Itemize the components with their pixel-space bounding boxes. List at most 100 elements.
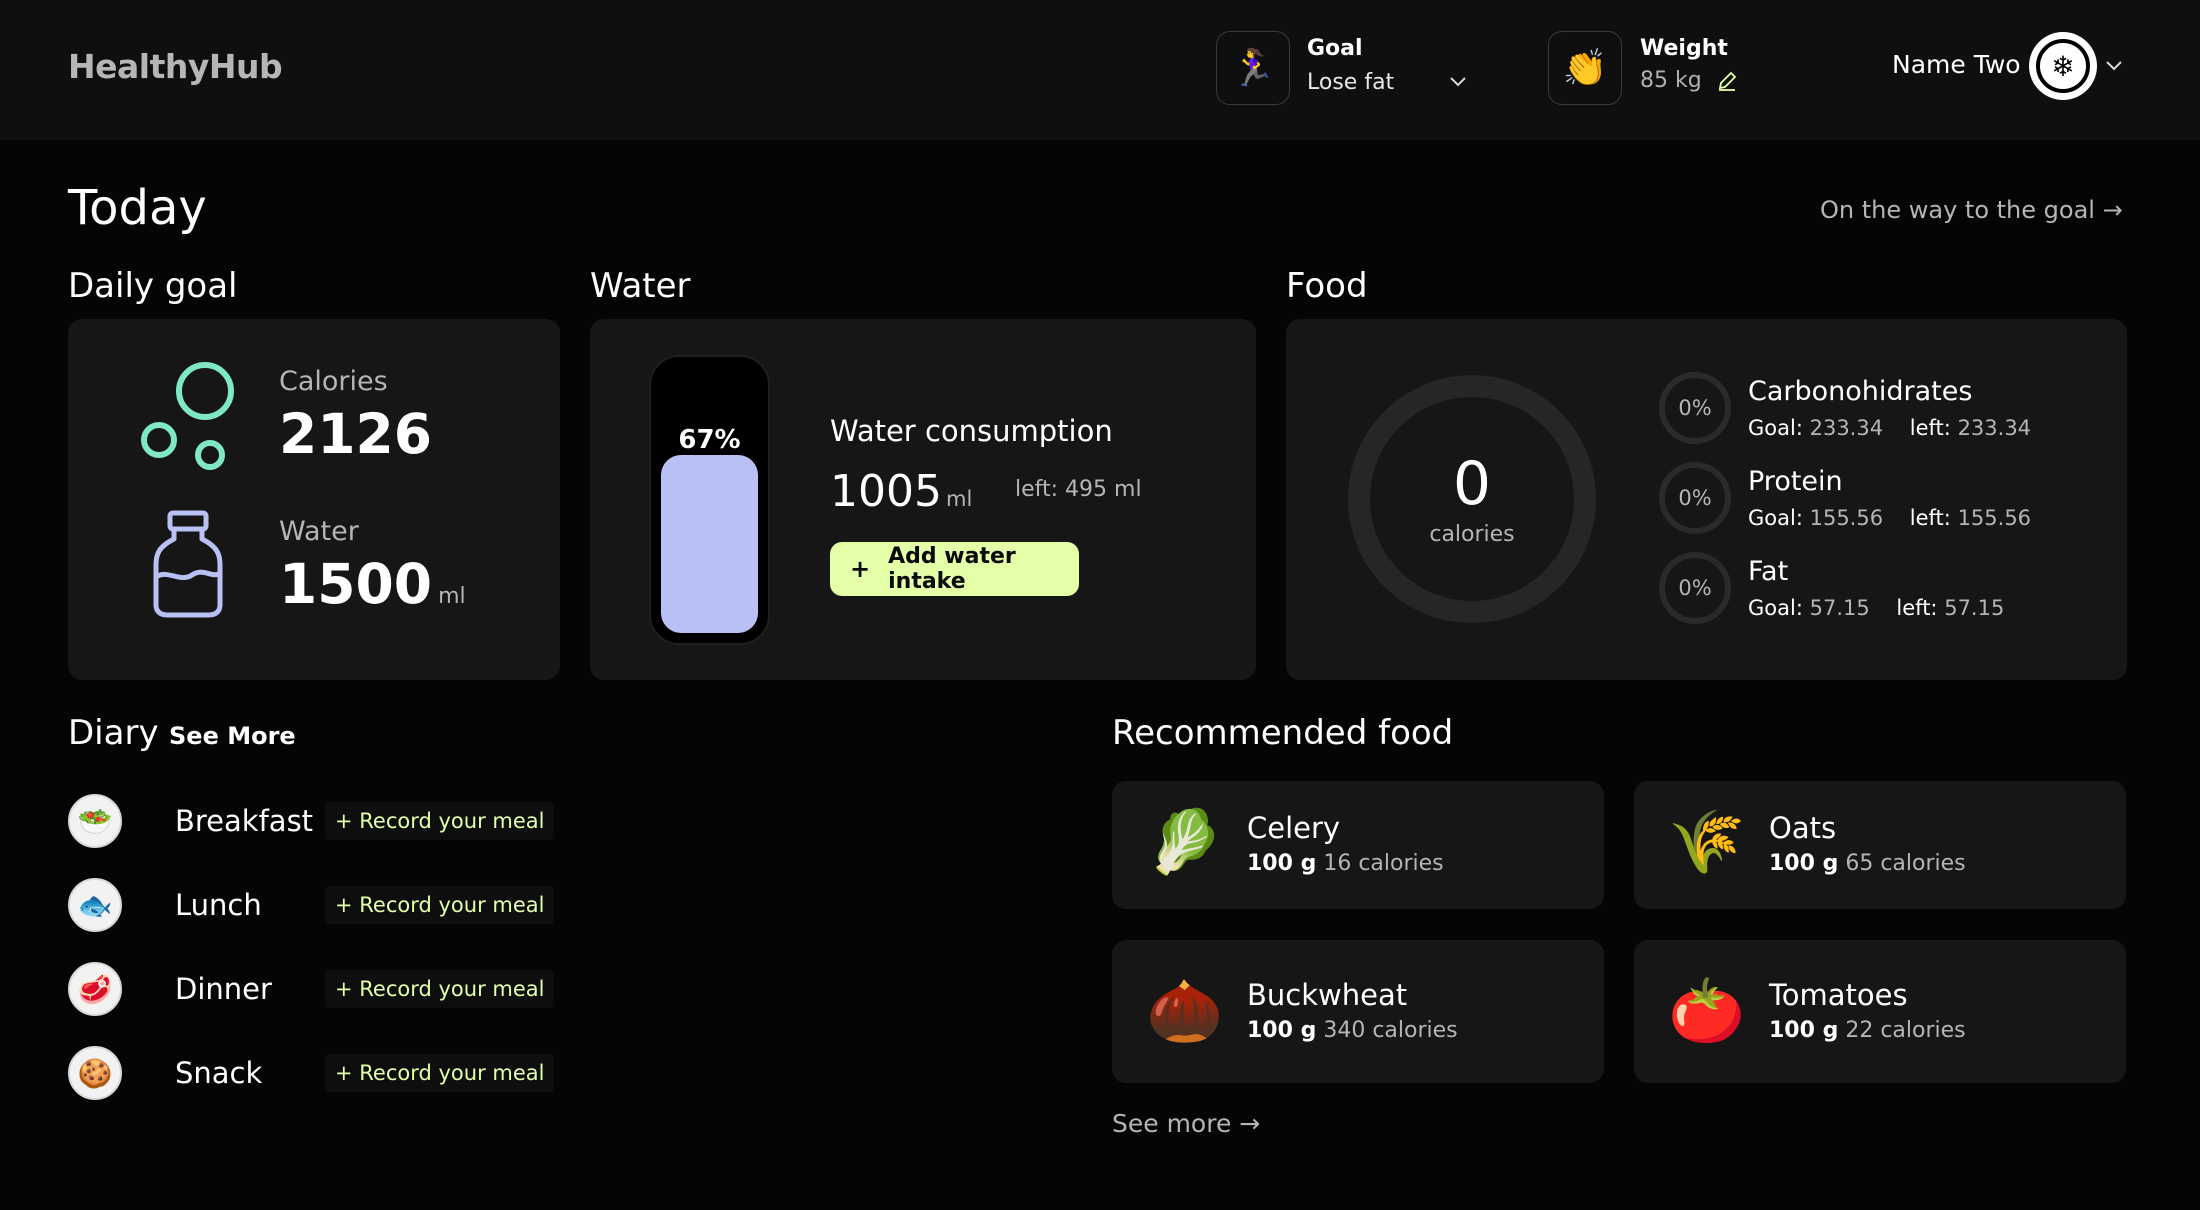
food-calories-value: 0: [1452, 449, 1492, 519]
carbs-left-value: 233.34: [1957, 416, 2032, 440]
fat-left-value: 57.15: [1944, 596, 2005, 620]
rec-calories-oats: 65 calories: [1845, 851, 1966, 876]
protein-detail: Goal: 155.56 left: 155.56: [1748, 506, 2031, 530]
rec-name-tomatoes: Tomatoes: [1769, 978, 1908, 1012]
water-level-fill: [661, 455, 758, 633]
food-calories-label: calories: [1429, 522, 1515, 547]
goal-icon[interactable]: 🏃‍♀️: [1216, 31, 1290, 105]
top-header: HealthyHub 🏃‍♀️ Goal Lose fat 👏 Weight 8…: [0, 0, 2200, 140]
rec-name-buckwheat: Buckwheat: [1247, 978, 1408, 1012]
goal-label: Goal: [1307, 36, 1363, 61]
meal-name-dinner: Dinner: [175, 972, 272, 1006]
fat-percent-ring: 0%: [1659, 552, 1731, 624]
tomato-icon: 🍅: [1668, 974, 1746, 1047]
water-percent: 67%: [678, 425, 741, 455]
weight-value: 85 kg: [1640, 68, 1702, 93]
protein-left-value: 155.56: [1957, 506, 2032, 530]
protein-percent-ring: 0%: [1659, 462, 1731, 534]
carbs-detail: Goal: 233.34 left: 233.34: [1748, 416, 2031, 440]
rec-amount-celery: 100 g: [1247, 851, 1317, 876]
record-breakfast-button[interactable]: + Record your meal: [325, 802, 555, 840]
record-snack-button[interactable]: + Record your meal: [325, 1054, 555, 1092]
oats-icon: 🌾: [1668, 805, 1746, 878]
diary-title: Diary: [68, 713, 159, 753]
water-amount-row: 1005 ml: [830, 466, 972, 517]
calories-label: Calories: [279, 366, 388, 397]
rec-card-buckwheat[interactable]: 🌰 Buckwheat 100 g 340 calories: [1112, 940, 1604, 1083]
water-left: left: 495 ml: [1015, 477, 1142, 502]
rec-calories-tomatoes: 22 calories: [1845, 1018, 1966, 1043]
snowflake-icon: ❄: [2036, 39, 2090, 93]
fat-left-label: left:: [1896, 596, 1938, 620]
rec-name-celery: Celery: [1247, 811, 1341, 845]
protein-goal-value: 155.56: [1809, 506, 1884, 530]
diary-see-more-link[interactable]: See More: [169, 722, 296, 750]
recommended-food-title: Recommended food: [1112, 713, 1454, 753]
carbs-name: Carbonohidrates: [1748, 376, 1973, 407]
fat-goal-label: Goal:: [1748, 596, 1803, 620]
rec-detail-tomatoes: 100 g 22 calories: [1769, 1018, 1966, 1043]
water-goal-label: Water: [279, 516, 359, 547]
calories-value: 2126: [279, 402, 433, 466]
rec-card-tomatoes[interactable]: 🍅 Tomatoes 100 g 22 calories: [1634, 940, 2126, 1083]
meal-name-snack: Snack: [175, 1056, 263, 1090]
water-amount: 1005: [830, 466, 942, 517]
water-title: Water: [590, 266, 691, 306]
app-logo[interactable]: HealthyHub: [68, 47, 283, 86]
fat-name: Fat: [1748, 556, 1789, 587]
bubbles-icon: [141, 362, 234, 470]
rec-detail-oats: 100 g 65 calories: [1769, 851, 1966, 876]
edit-pencil-icon[interactable]: [1716, 70, 1738, 92]
user-menu-chevron-down-icon[interactable]: [2104, 58, 2124, 72]
goal-value[interactable]: Lose fat: [1307, 70, 1394, 95]
protein-goal-label: Goal:: [1748, 506, 1803, 530]
goal-progress-link[interactable]: On the way to the goal →: [1820, 196, 2123, 224]
user-name[interactable]: Name Two: [1892, 50, 2021, 79]
rec-calories-buckwheat: 340 calories: [1323, 1018, 1458, 1043]
recommended-see-more-link[interactable]: See more →: [1112, 1109, 1260, 1138]
meal-name-breakfast: Breakfast: [175, 804, 314, 838]
rec-amount-buckwheat: 100 g: [1247, 1018, 1317, 1043]
rec-name-oats: Oats: [1769, 811, 1837, 845]
water-amount-unit: ml: [945, 487, 973, 511]
carbs-goal-label: Goal:: [1748, 416, 1803, 440]
user-avatar[interactable]: ❄: [2029, 32, 2097, 100]
meat-dish-icon: 🥩: [68, 962, 122, 1016]
daily-goal-title: Daily goal: [68, 266, 238, 306]
carbs-percent-ring: 0%: [1659, 372, 1731, 444]
record-dinner-button[interactable]: + Record your meal: [325, 970, 555, 1008]
water-goal-unit: ml: [438, 584, 466, 609]
salad-icon: 🥗: [68, 794, 122, 848]
fat-goal-value: 57.15: [1809, 596, 1870, 620]
carbs-goal-value: 233.34: [1809, 416, 1884, 440]
rec-card-celery[interactable]: 🥬 Celery 100 g 16 calories: [1112, 781, 1604, 909]
water-goal-value: 1500: [279, 552, 433, 616]
rec-detail-celery: 100 g 16 calories: [1247, 851, 1444, 876]
rec-calories-celery: 16 calories: [1323, 851, 1444, 876]
protein-left-label: left:: [1909, 506, 1951, 530]
daily-goal-card: Calories 2126 Water 1500 ml: [68, 319, 560, 680]
add-water-intake-button[interactable]: + Add water intake: [830, 542, 1079, 596]
rec-amount-tomatoes: 100 g: [1769, 1018, 1839, 1043]
goal-chevron-down-icon[interactable]: [1448, 74, 1468, 88]
fish-dish-icon: 🐟: [68, 878, 122, 932]
plus-icon: +: [850, 555, 871, 583]
water-goal-value-row: 1500 ml: [279, 552, 466, 616]
page-title: Today: [68, 180, 207, 236]
rec-detail-buckwheat: 100 g 340 calories: [1247, 1018, 1458, 1043]
protein-name: Protein: [1748, 466, 1843, 497]
weight-icon[interactable]: 👏: [1548, 31, 1622, 105]
buckwheat-icon: 🌰: [1146, 974, 1224, 1047]
cookie-icon: 🍪: [68, 1046, 122, 1100]
celery-icon: 🥬: [1146, 805, 1224, 878]
add-water-intake-label: Add water intake: [888, 544, 1016, 594]
water-bottle-icon: [153, 510, 223, 618]
fat-detail: Goal: 57.15 left: 57.15: [1748, 596, 2004, 620]
rec-card-oats[interactable]: 🌾 Oats 100 g 65 calories: [1634, 781, 2126, 909]
water-consumption-label: Water consumption: [830, 414, 1113, 448]
carbs-left-label: left:: [1909, 416, 1951, 440]
record-lunch-button[interactable]: + Record your meal: [325, 886, 555, 924]
weight-label: Weight: [1640, 36, 1728, 61]
meal-name-lunch: Lunch: [175, 888, 262, 922]
food-title: Food: [1286, 266, 1368, 306]
